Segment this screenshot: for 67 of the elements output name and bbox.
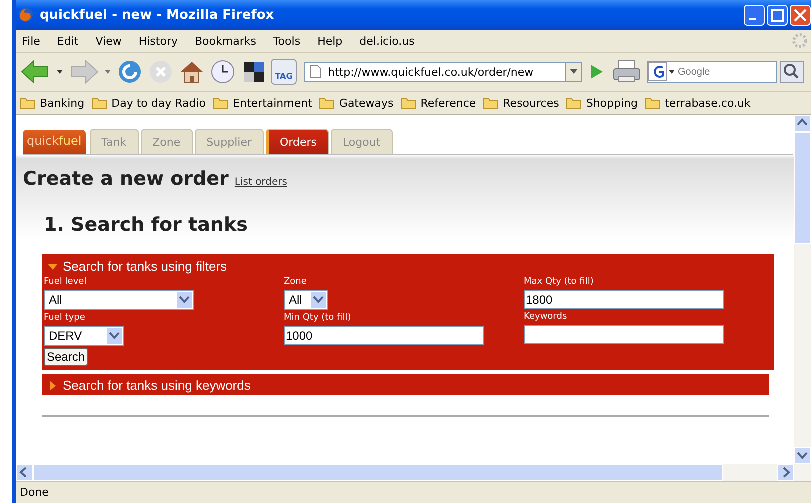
field-label: Max Qty (to fill) bbox=[524, 277, 595, 287]
folder-icon bbox=[483, 96, 500, 110]
bookmark-item[interactable]: Gateways bbox=[339, 96, 394, 110]
dropdown-icon[interactable] bbox=[566, 62, 582, 82]
search-field[interactable]: Google bbox=[647, 61, 777, 83]
text-field[interactable]: 1000 bbox=[284, 326, 484, 345]
minimize-icon[interactable] bbox=[744, 4, 765, 26]
select-field[interactable]: All bbox=[44, 290, 194, 310]
tag-button[interactable]: TAG bbox=[271, 59, 297, 85]
bookmark-item[interactable]: Resources bbox=[503, 96, 560, 110]
search-icon[interactable] bbox=[780, 61, 804, 83]
scroll-left-icon[interactable] bbox=[16, 464, 33, 481]
bookmark-item[interactable]: Day to day Radio bbox=[112, 96, 206, 110]
scroll-thumb[interactable] bbox=[794, 132, 811, 244]
folder-icon bbox=[400, 96, 417, 110]
bookmark-item[interactable]: Shopping bbox=[586, 96, 638, 110]
menu-item[interactable]: Bookmarks bbox=[194, 34, 256, 48]
menu-item[interactable]: Help bbox=[318, 34, 343, 48]
folder-icon bbox=[20, 96, 36, 110]
address-field[interactable]: http://www.quickfuel.co.uk/order/new bbox=[304, 62, 566, 82]
menu-item[interactable]: Tools bbox=[273, 34, 301, 48]
select-field[interactable]: All bbox=[284, 290, 328, 310]
vertical-scrollbar[interactable] bbox=[794, 115, 811, 464]
page-icon bbox=[310, 65, 322, 79]
nav-tab[interactable]: Orders bbox=[266, 129, 329, 154]
bookmark-item[interactable]: Entertainment bbox=[233, 96, 312, 110]
close-icon[interactable] bbox=[790, 4, 811, 26]
reload-icon[interactable] bbox=[116, 58, 144, 86]
folder-icon bbox=[213, 96, 230, 110]
field-label: Fuel level bbox=[44, 277, 88, 287]
scroll-up-icon[interactable] bbox=[794, 115, 811, 132]
menu-item[interactable]: View bbox=[96, 34, 122, 48]
field-label: Zone bbox=[284, 277, 308, 287]
chevron-down-icon[interactable] bbox=[177, 292, 192, 308]
status-text: Done bbox=[20, 486, 49, 499]
window-title: quickfuel - new - Mozilla Firefox bbox=[40, 8, 276, 22]
folder-icon bbox=[319, 96, 336, 110]
page-title: Create a new order bbox=[23, 168, 229, 190]
panel-title[interactable]: Search for tanks using keywords bbox=[63, 378, 251, 393]
field-label: Min Qty (to fill) bbox=[284, 313, 352, 323]
search-button[interactable]: Search bbox=[44, 348, 88, 366]
firefox-icon bbox=[18, 7, 34, 23]
menu-item[interactable]: History bbox=[138, 34, 178, 48]
throbber-icon bbox=[791, 32, 809, 50]
panel-title[interactable]: Search for tanks using filters bbox=[63, 259, 228, 274]
text-field[interactable] bbox=[524, 325, 724, 344]
bookmark-item[interactable]: Reference bbox=[420, 96, 476, 110]
chevron-down-icon[interactable] bbox=[311, 292, 326, 308]
menu-item[interactable]: Edit bbox=[57, 34, 79, 48]
field-label: Keywords bbox=[524, 312, 568, 322]
bookmark-item[interactable]: terrabase.co.uk bbox=[665, 96, 751, 110]
field-label: Fuel type bbox=[44, 313, 86, 323]
folder-icon bbox=[645, 96, 662, 110]
text-field[interactable]: 1800 bbox=[524, 290, 724, 309]
menu-item[interactable]: File bbox=[22, 34, 40, 48]
google-icon[interactable] bbox=[648, 62, 676, 82]
folder-icon bbox=[92, 96, 108, 110]
scroll-right-icon[interactable] bbox=[777, 464, 794, 481]
folder-icon bbox=[566, 96, 582, 110]
list-orders-link[interactable]: List orders bbox=[234, 177, 288, 188]
menu-item[interactable]: del.icio.us bbox=[360, 34, 415, 48]
scroll-down-icon[interactable] bbox=[794, 447, 811, 464]
bookmark-item[interactable]: Banking bbox=[40, 96, 85, 110]
section-heading: 1. Search for tanks bbox=[44, 214, 249, 236]
maximize-icon[interactable] bbox=[767, 4, 788, 26]
select-field[interactable]: DERV bbox=[44, 326, 124, 346]
chevron-down-icon[interactable] bbox=[107, 328, 122, 344]
